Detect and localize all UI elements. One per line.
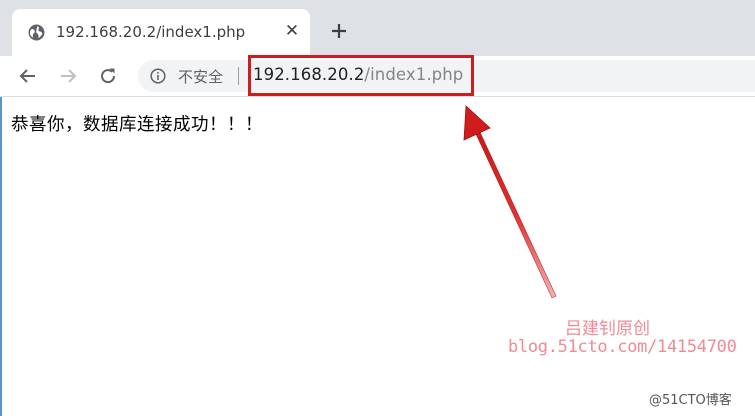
window-left-edge: [0, 97, 2, 416]
back-arrow-icon[interactable]: [16, 64, 40, 88]
success-message: 恭喜你，数据库连接成功！！！: [11, 115, 263, 135]
plus-icon[interactable]: [325, 17, 353, 45]
watermark-brand: @51CTO博客: [649, 393, 732, 408]
security-label[interactable]: 不安全: [178, 66, 223, 87]
omnibox-separator: [238, 67, 239, 85]
info-icon[interactable]: [150, 68, 166, 84]
tab-title: 192.168.20.2/index1.php: [56, 23, 246, 41]
tab-close-icon[interactable]: ✕: [282, 21, 302, 41]
browser-tab[interactable]: 192.168.20.2/index1.php ✕: [12, 9, 310, 56]
reload-icon[interactable]: [96, 64, 120, 88]
globe-icon: [28, 24, 45, 41]
url-highlight-box: [248, 55, 474, 96]
forward-arrow-icon[interactable]: [56, 64, 80, 88]
page-content: 恭喜你，数据库连接成功！！！: [0, 97, 755, 416]
watermark-url: blog.51cto.com/14154700: [508, 337, 737, 357]
tab-strip: 192.168.20.2/index1.php ✕: [0, 0, 755, 56]
watermark-author: 吕建钊原创: [565, 319, 650, 339]
